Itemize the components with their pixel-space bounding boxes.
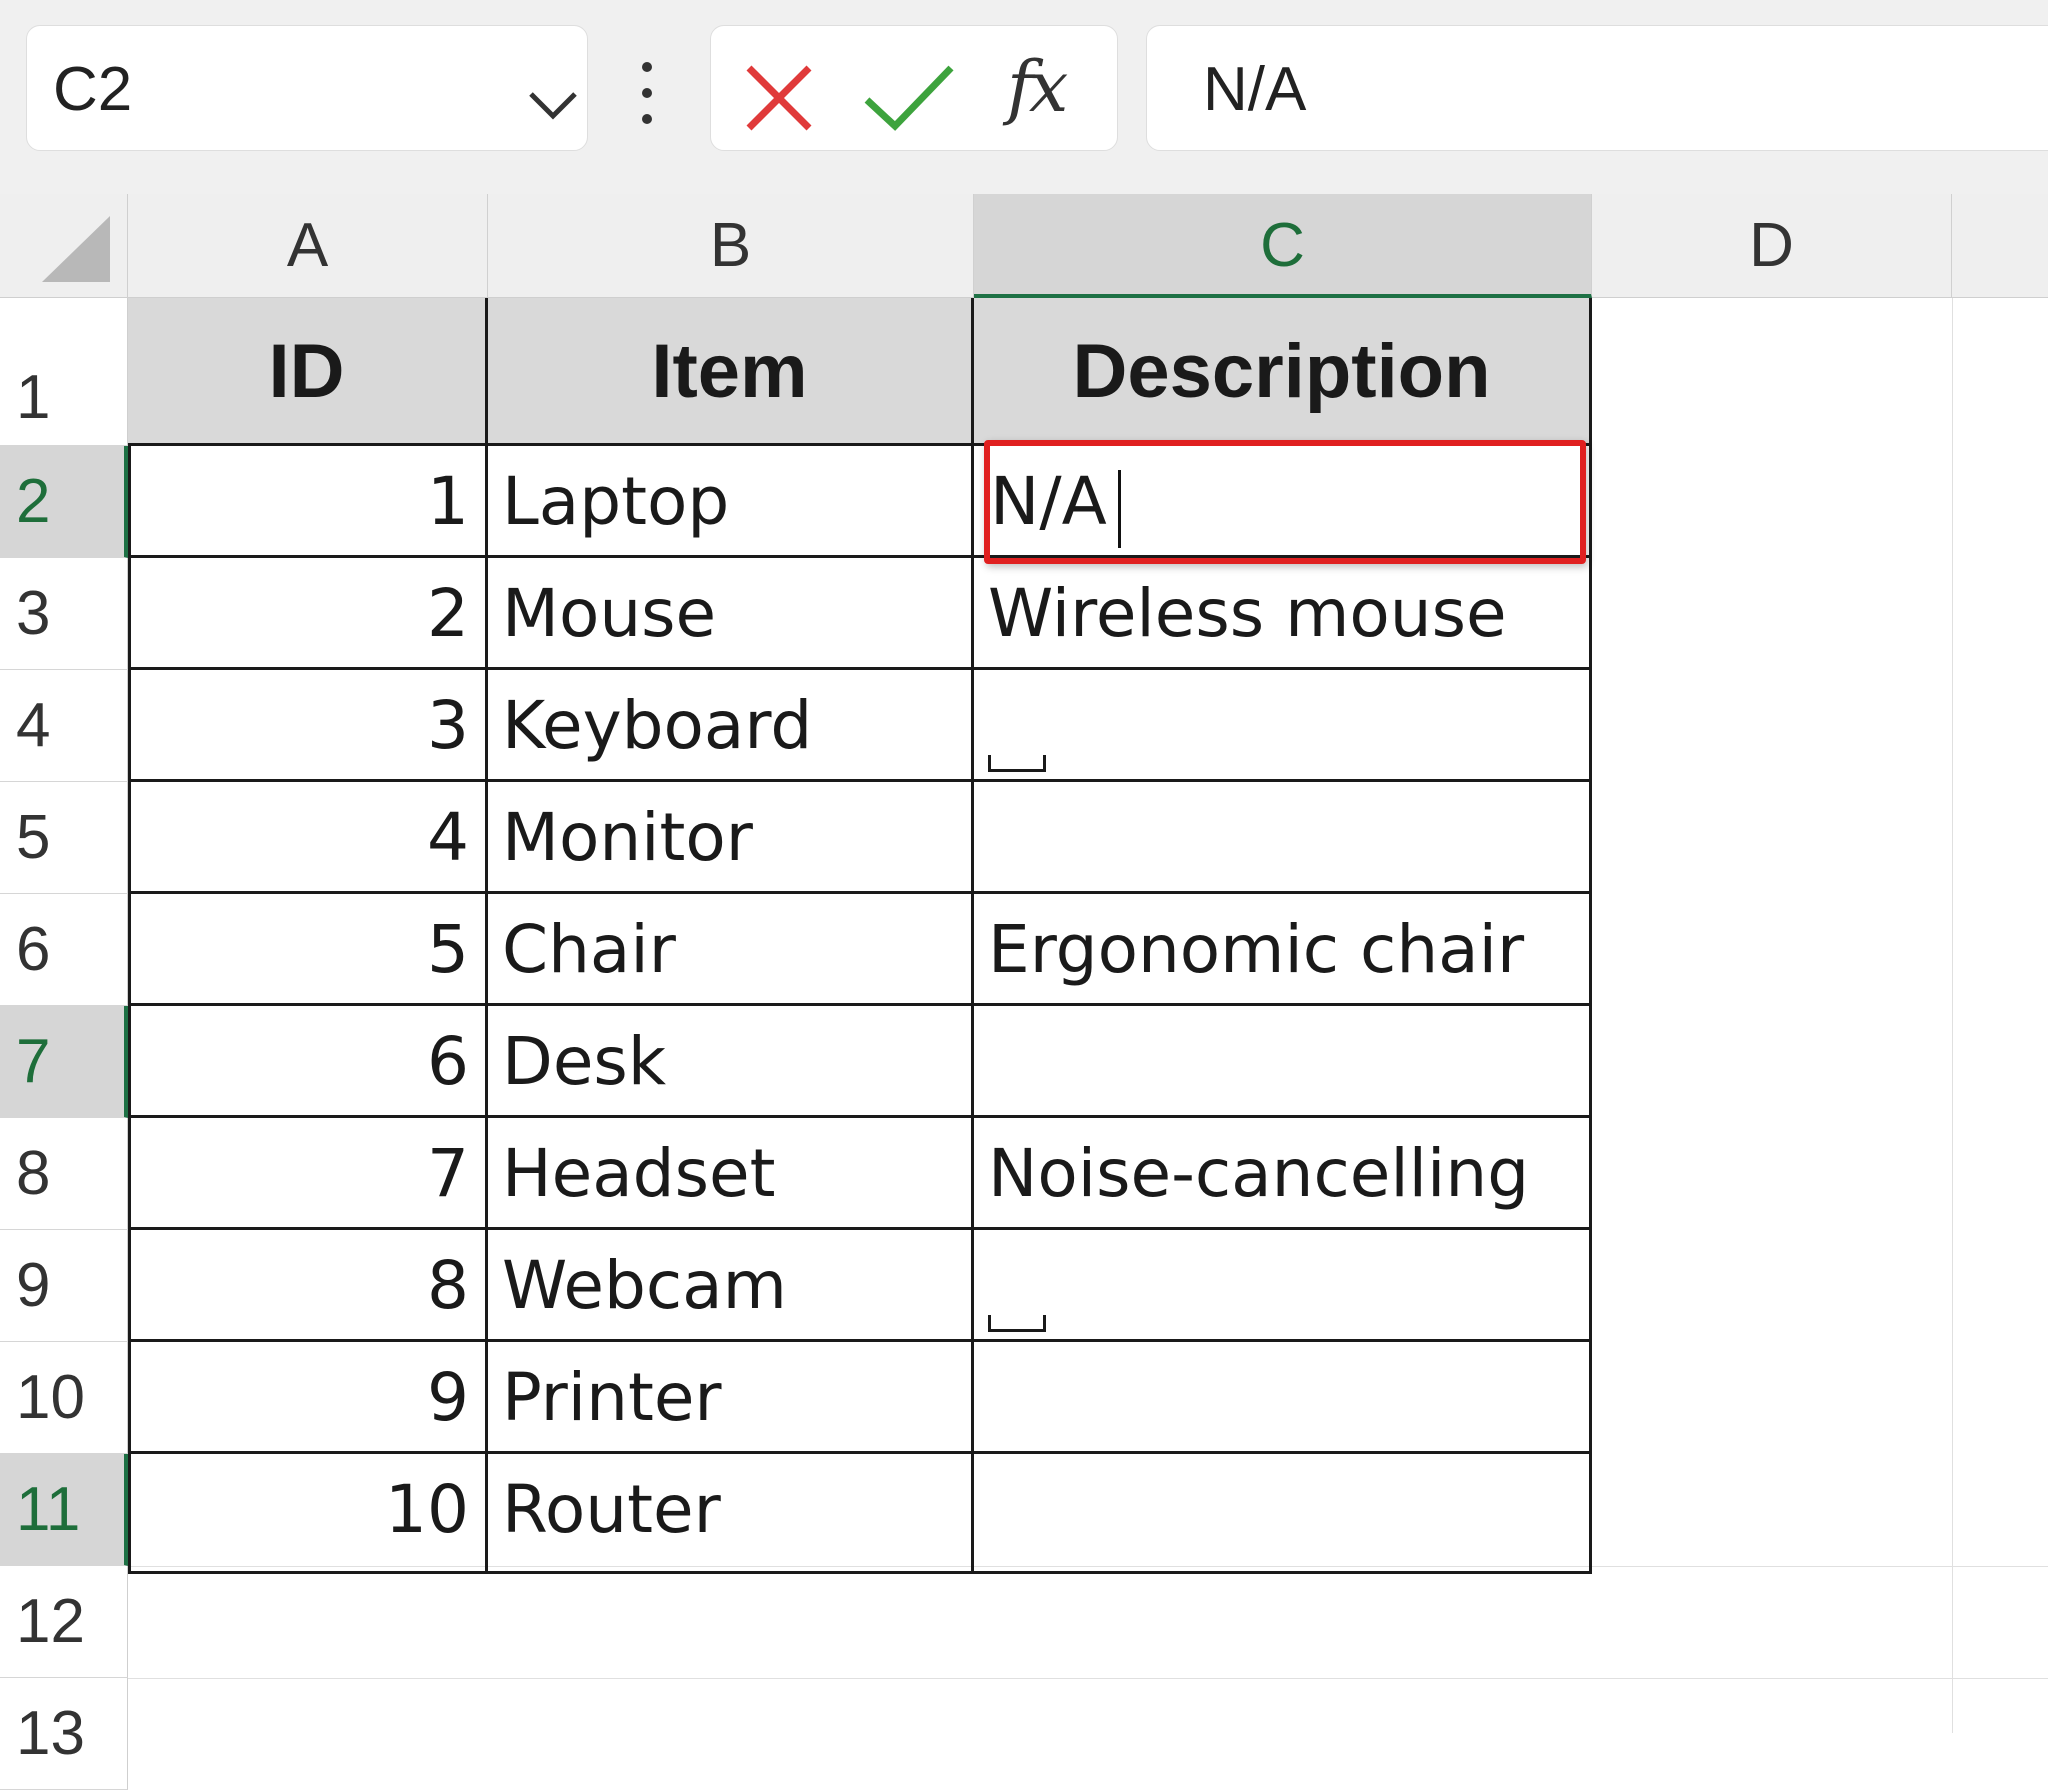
- row-header-6[interactable]: 6: [0, 894, 128, 1006]
- table-cell-item[interactable]: Headset: [488, 1118, 974, 1230]
- name-box[interactable]: C2: [26, 25, 588, 151]
- gridline: [1952, 298, 1953, 1733]
- row-header-5[interactable]: 5: [0, 782, 128, 894]
- table-cell-item[interactable]: Laptop: [488, 446, 974, 558]
- row-header-7[interactable]: 7: [0, 1006, 128, 1118]
- table-cell-description[interactable]: Ergonomic chair: [974, 894, 1592, 1006]
- header-cell-description[interactable]: Description: [974, 298, 1592, 446]
- select-all-corner[interactable]: [0, 194, 128, 298]
- table-cell-id[interactable]: 6: [128, 1006, 488, 1118]
- column-header-a[interactable]: A: [128, 194, 488, 298]
- row-header-8[interactable]: 8: [0, 1118, 128, 1230]
- table-cell-item[interactable]: Desk: [488, 1006, 974, 1118]
- column-header-c[interactable]: C: [974, 194, 1592, 298]
- formula-buttons: fx: [710, 25, 1118, 151]
- gridline: [128, 1678, 2048, 1679]
- cancel-icon[interactable]: [741, 60, 817, 141]
- table-cell-item[interactable]: Mouse: [488, 558, 974, 670]
- table-cell-item[interactable]: Chair: [488, 894, 974, 1006]
- row-header-13[interactable]: 13: [0, 1678, 128, 1790]
- insert-function-button[interactable]: fx: [1007, 46, 1068, 128]
- table-cell-item[interactable]: Router: [488, 1454, 974, 1574]
- more-options-icon[interactable]: [640, 62, 654, 124]
- gray-fill-block: [982, 1466, 1582, 1562]
- row-header-10[interactable]: 10: [0, 1342, 128, 1454]
- text-caret: [1118, 470, 1121, 548]
- active-cell-outline: [984, 440, 1586, 564]
- formula-bar: C2 fx N/A: [0, 0, 2048, 194]
- table-cell-item[interactable]: Monitor: [488, 782, 974, 894]
- table-cell-description[interactable]: [974, 1454, 1592, 1574]
- table-cell-id[interactable]: 10: [128, 1454, 488, 1574]
- table-cell-id[interactable]: 5: [128, 894, 488, 1006]
- table-cell-id[interactable]: 8: [128, 1230, 488, 1342]
- name-box-value: C2: [53, 55, 133, 124]
- row-header-9[interactable]: 9: [0, 1230, 128, 1342]
- table-cell-description[interactable]: [974, 1342, 1592, 1454]
- chevron-down-icon[interactable]: [527, 90, 579, 125]
- table-cell-item[interactable]: Webcam: [488, 1230, 974, 1342]
- formula-input-value: N/A: [1203, 55, 1307, 124]
- table-cell-id[interactable]: 9: [128, 1342, 488, 1454]
- column-header-b[interactable]: B: [488, 194, 974, 298]
- row-header-11[interactable]: 11: [0, 1454, 128, 1566]
- formula-input[interactable]: N/A: [1146, 25, 2048, 151]
- table-cell-id[interactable]: 2: [128, 558, 488, 670]
- table-cell-item[interactable]: Printer: [488, 1342, 974, 1454]
- column-header-d[interactable]: D: [1592, 194, 1952, 298]
- table-cell-description[interactable]: [974, 670, 1592, 782]
- table-cell-description[interactable]: Noise-cancelling: [974, 1118, 1592, 1230]
- header-cell-id[interactable]: ID: [128, 298, 488, 446]
- gray-fill-block: [982, 1018, 1582, 1106]
- table-cell-item[interactable]: Keyboard: [488, 670, 974, 782]
- column-header-e[interactable]: [1952, 194, 2048, 298]
- table-cell-description[interactable]: [974, 782, 1592, 894]
- table-cell-id[interactable]: 4: [128, 782, 488, 894]
- row-header-3[interactable]: 3: [0, 558, 128, 670]
- table-cell-id[interactable]: 1: [128, 446, 488, 558]
- table-cell-description[interactable]: [974, 1006, 1592, 1118]
- table-cell-description[interactable]: Wireless mouse: [974, 558, 1592, 670]
- table-cell-id[interactable]: 7: [128, 1118, 488, 1230]
- table-cell-id[interactable]: 3: [128, 670, 488, 782]
- row-header-2[interactable]: 2: [0, 446, 128, 558]
- row-header-4[interactable]: 4: [0, 670, 128, 782]
- table-cell-description[interactable]: [974, 1230, 1592, 1342]
- whitespace-marker-icon: [988, 1315, 1046, 1332]
- row-header-12[interactable]: 12: [0, 1566, 128, 1678]
- header-cell-item[interactable]: Item: [488, 298, 974, 446]
- whitespace-marker-icon: [988, 755, 1046, 772]
- check-icon[interactable]: [863, 62, 955, 139]
- row-header-1[interactable]: 1: [0, 298, 128, 446]
